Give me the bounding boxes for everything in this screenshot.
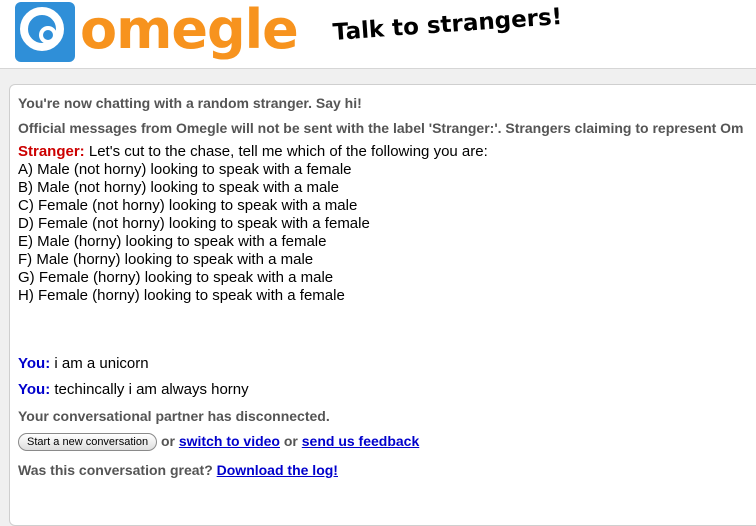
omegle-logo-text: omegle — [80, 0, 299, 61]
after-chat-actions: Start a new conversation or switch to vi… — [18, 433, 420, 452]
send-feedback-link[interactable]: send us feedback — [302, 433, 420, 449]
status-now-chatting: You're now chatting with a random strang… — [18, 95, 362, 111]
stranger-intro: Let's cut to the chase, tell me which of… — [84, 143, 488, 160]
stranger-option-c: C) Female (not horny) looking to speak w… — [18, 197, 358, 214]
download-log-link[interactable]: Download the log! — [217, 462, 338, 478]
stranger-option-e: E) Male (horny) looking to speak with a … — [18, 233, 327, 250]
status-official-notice: Official messages from Omegle will not b… — [18, 120, 744, 136]
stranger-option-a: A) Male (not horny) looking to speak wit… — [18, 161, 352, 178]
you-label: You: — [18, 355, 51, 372]
stranger-label: Stranger: — [18, 143, 85, 160]
stranger-option-b: B) Male (not horny) looking to speak wit… — [18, 179, 339, 196]
you-message-1-text: i am a unicorn — [50, 355, 149, 372]
you-message-2-text: techincally i am always horny — [50, 381, 249, 398]
you-label: You: — [18, 381, 51, 398]
switch-to-video-link[interactable]: switch to video — [179, 433, 280, 449]
or-text-1: or — [157, 433, 179, 449]
log-prompt: Was this conversation great? Download th… — [18, 462, 338, 478]
or-text-2: or — [279, 433, 302, 449]
stranger-option-h: H) Female (horny) looking to speak with … — [18, 287, 345, 304]
you-message-1: You: i am a unicorn — [18, 355, 149, 373]
stranger-message: Stranger: Let's cut to the chase, tell m… — [18, 143, 488, 305]
start-new-conversation-button[interactable]: Start a new conversation — [18, 433, 158, 452]
chat-log: You're now chatting with a random strang… — [9, 84, 756, 526]
header: omegle Talk to strangers! — [0, 0, 756, 69]
you-message-2: You: techincally i am always horny — [18, 381, 249, 399]
stranger-line: Stranger: Let's cut to the chase, tell m… — [18, 143, 488, 161]
stranger-option-g: G) Female (horny) looking to speak with … — [18, 269, 334, 286]
status-disconnected: Your conversational partner has disconne… — [18, 408, 330, 424]
log-question: Was this conversation great? — [18, 462, 217, 478]
tagline: Talk to strangers! — [332, 3, 564, 46]
stranger-option-d: D) Female (not horny) looking to speak w… — [18, 215, 370, 232]
omegle-logo-icon — [15, 2, 75, 62]
stranger-option-f: F) Male (horny) looking to speak with a … — [18, 251, 314, 268]
